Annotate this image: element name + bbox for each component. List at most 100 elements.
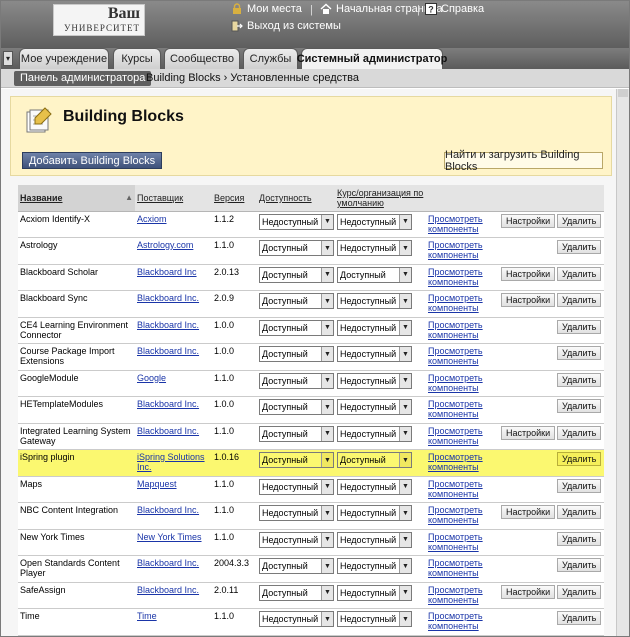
logout-link[interactable]: Выход из системы xyxy=(231,20,341,32)
delete-button[interactable]: Удалить xyxy=(557,452,602,466)
tab-system-admin[interactable]: Системный администратор xyxy=(297,48,447,69)
course-default-select[interactable]: Доступный ▼ xyxy=(337,452,412,468)
row-vendor-link[interactable]: Blackboard Inc. xyxy=(135,396,212,424)
vertical-scrollbar[interactable] xyxy=(616,89,629,636)
tab-toggle-icon[interactable]: ▾ xyxy=(3,51,13,66)
row-vendor-link[interactable]: Blackboard Inc. xyxy=(135,343,212,371)
view-components-link[interactable]: Просмотреть компоненты xyxy=(428,320,497,340)
view-components-link[interactable]: Просмотреть компоненты xyxy=(428,505,497,525)
delete-button[interactable]: Удалить xyxy=(557,266,602,281)
settings-button[interactable]: Настройки xyxy=(501,425,555,440)
help-link[interactable]: ? Справка xyxy=(425,3,484,15)
tab-courses[interactable]: Курсы xyxy=(113,48,161,69)
course-default-select[interactable]: Недоступный ▼ xyxy=(337,425,412,442)
view-components-link[interactable]: Просмотреть компоненты xyxy=(428,611,497,631)
delete-button[interactable]: Удалить xyxy=(557,611,602,625)
course-default-select[interactable]: Недоступный ▼ xyxy=(337,584,412,601)
tab-community[interactable]: Сообщество xyxy=(164,48,240,69)
row-vendor-link[interactable]: Astrology.com xyxy=(135,237,212,265)
availability-select[interactable]: Доступный ▼ xyxy=(259,346,334,362)
column-header-name[interactable]: Название ▲ xyxy=(18,185,135,212)
availability-select[interactable]: Доступный ▼ xyxy=(259,558,334,574)
availability-select[interactable]: Доступный ▼ xyxy=(259,372,334,389)
delete-button[interactable]: Удалить xyxy=(557,240,602,254)
delete-button[interactable]: Удалить xyxy=(557,584,602,599)
row-vendor-link[interactable]: Blackboard Inc. xyxy=(135,502,212,530)
delete-button[interactable]: Удалить xyxy=(557,505,602,519)
delete-button[interactable]: Удалить xyxy=(557,293,602,307)
column-header-version[interactable]: Версия xyxy=(212,185,257,212)
delete-button[interactable]: Удалить xyxy=(557,478,602,493)
availability-select[interactable]: Доступный ▼ xyxy=(259,319,334,336)
row-vendor-link[interactable]: iSpring Solutions Inc. xyxy=(135,449,212,477)
course-default-select[interactable]: Недоступный ▼ xyxy=(337,399,412,415)
row-vendor-link[interactable]: Google xyxy=(135,370,212,397)
row-vendor-link[interactable]: New York Times xyxy=(135,529,212,556)
delete-button[interactable]: Удалить xyxy=(557,425,602,440)
availability-select[interactable]: Недоступный ▼ xyxy=(259,478,334,495)
view-components-link[interactable]: Просмотреть компоненты xyxy=(428,373,497,393)
availability-select[interactable]: Недоступный ▼ xyxy=(259,505,334,521)
course-default-select[interactable]: Недоступный ▼ xyxy=(337,611,412,627)
settings-button[interactable]: Настройки xyxy=(501,584,555,599)
row-vendor-link[interactable]: Blackboard Inc. xyxy=(135,317,212,344)
delete-button[interactable]: Удалить xyxy=(557,319,602,334)
availability-select[interactable]: Доступный ▼ xyxy=(259,584,334,601)
course-default-select[interactable]: Недоступный ▼ xyxy=(337,319,412,336)
my-places-link[interactable]: Мои места xyxy=(231,3,302,15)
tab-services[interactable]: Службы xyxy=(243,48,298,69)
delete-button[interactable]: Удалить xyxy=(557,372,602,387)
view-components-link[interactable]: Просмотреть компоненты xyxy=(428,346,497,366)
row-vendor-link[interactable]: Blackboard Inc. xyxy=(135,582,212,609)
column-header-availability[interactable]: Доступность xyxy=(257,185,335,212)
availability-select[interactable]: Доступный ▼ xyxy=(259,293,334,309)
course-default-select[interactable]: Недоступный ▼ xyxy=(337,346,412,362)
view-components-link[interactable]: Просмотреть компоненты xyxy=(428,558,497,578)
course-default-select[interactable]: Недоступный ▼ xyxy=(337,505,412,521)
course-default-select[interactable]: Недоступный ▼ xyxy=(337,293,412,309)
scrollbar-thumb[interactable] xyxy=(618,89,628,97)
availability-select[interactable]: Доступный ▼ xyxy=(259,399,334,415)
course-default-select[interactable]: Недоступный ▼ xyxy=(337,478,412,495)
university-logo[interactable]: Ваш УНИВЕРСИТЕТ xyxy=(53,4,145,36)
column-header-course-default[interactable]: Курс/организация по умолчанию xyxy=(335,185,426,212)
course-default-select[interactable]: Недоступный ▼ xyxy=(337,531,412,548)
breadcrumb-admin-panel[interactable]: Панель администратора xyxy=(14,71,152,86)
row-vendor-link[interactable]: Acxiom xyxy=(135,211,212,238)
delete-button[interactable]: Удалить xyxy=(557,531,602,546)
tab-my-institution[interactable]: Мое учреждение xyxy=(19,48,109,69)
column-header-vendor[interactable]: Поставщик xyxy=(135,185,212,212)
settings-button[interactable]: Настройки xyxy=(501,213,555,228)
view-components-link[interactable]: Просмотреть компоненты xyxy=(428,399,497,419)
settings-button[interactable]: Настройки xyxy=(501,266,555,281)
availability-select[interactable]: Доступный ▼ xyxy=(259,266,334,283)
delete-button[interactable]: Удалить xyxy=(557,213,602,228)
availability-select[interactable]: Недоступный ▼ xyxy=(259,213,334,230)
view-components-link[interactable]: Просмотреть компоненты xyxy=(428,214,497,234)
row-vendor-link[interactable]: Time xyxy=(135,608,212,636)
view-components-link[interactable]: Просмотреть компоненты xyxy=(428,585,497,605)
settings-button[interactable]: Настройки xyxy=(501,505,555,519)
course-default-select[interactable]: Недоступный ▼ xyxy=(337,240,412,256)
course-default-select[interactable]: Недоступный ▼ xyxy=(337,372,412,389)
availability-select[interactable]: Доступный ▼ xyxy=(259,452,334,468)
availability-select[interactable]: Доступный ▼ xyxy=(259,240,334,256)
delete-button[interactable]: Удалить xyxy=(557,346,602,360)
course-default-select[interactable]: Доступный ▼ xyxy=(337,266,412,283)
course-default-select[interactable]: Недоступный ▼ xyxy=(337,558,412,574)
view-components-link[interactable]: Просмотреть компоненты xyxy=(428,426,497,446)
row-vendor-link[interactable]: Blackboard Inc. xyxy=(135,290,212,318)
row-vendor-link[interactable]: Blackboard Inc. xyxy=(135,423,212,450)
view-components-link[interactable]: Просмотреть компоненты xyxy=(428,293,497,313)
row-vendor-link[interactable]: Blackboard Inc xyxy=(135,264,212,291)
view-components-link[interactable]: Просмотреть компоненты xyxy=(428,240,497,260)
course-default-select[interactable]: Недоступный ▼ xyxy=(337,213,412,230)
find-building-blocks-button[interactable]: Найти и загрузить Building Blocks xyxy=(444,149,603,173)
view-components-link[interactable]: Просмотреть компоненты xyxy=(428,479,497,499)
view-components-link[interactable]: Просмотреть компоненты xyxy=(428,452,497,472)
settings-button[interactable]: Настройки xyxy=(501,293,555,307)
availability-select[interactable]: Недоступный ▼ xyxy=(259,531,334,548)
view-components-link[interactable]: Просмотреть компоненты xyxy=(428,532,497,552)
availability-select[interactable]: Доступный ▼ xyxy=(259,425,334,442)
delete-button[interactable]: Удалить xyxy=(557,399,602,413)
